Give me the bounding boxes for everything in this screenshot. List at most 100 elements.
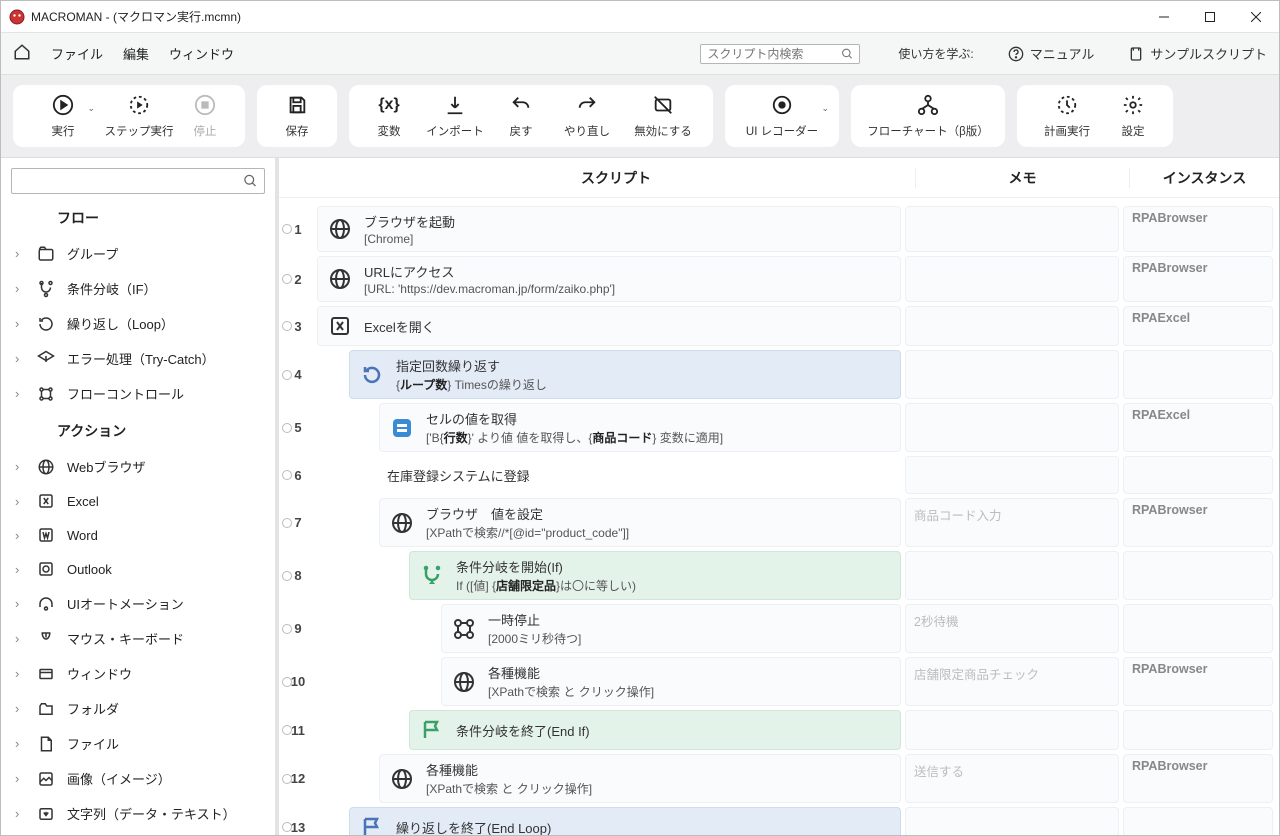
row-body[interactable]: 一時停止[2000ミリ秒待つ] xyxy=(441,604,901,653)
row-memo[interactable] xyxy=(905,710,1119,750)
sidebar-flow-item[interactable]: ›条件分岐（IF） xyxy=(1,271,275,306)
row-memo[interactable] xyxy=(905,456,1119,494)
breakpoint-icon[interactable] xyxy=(282,774,292,784)
sidebar-flow-item[interactable]: ›グループ xyxy=(1,236,275,271)
home-icon[interactable] xyxy=(13,43,31,64)
row-instance[interactable]: RPABrowser xyxy=(1123,256,1273,302)
row-memo[interactable] xyxy=(905,256,1119,302)
sidebar-flow-item[interactable]: ›繰り返し（Loop） xyxy=(1,306,275,341)
row-body[interactable]: 在庫登録システムに登録 xyxy=(379,456,901,494)
settings-button[interactable]: 設定 xyxy=(1105,93,1161,139)
redo-button[interactable]: やり直し xyxy=(549,93,625,139)
ui-recorder-button[interactable]: UI レコーダー ⌄ xyxy=(737,93,827,139)
row-memo[interactable] xyxy=(905,206,1119,252)
run-button[interactable]: 実行 ⌄ xyxy=(25,93,101,139)
close-button[interactable] xyxy=(1233,2,1279,32)
row-instance[interactable] xyxy=(1123,456,1273,494)
row-memo[interactable] xyxy=(905,807,1119,835)
breakpoint-icon[interactable] xyxy=(282,822,292,832)
row-body[interactable]: 条件分岐を終了(End If) xyxy=(409,710,901,750)
script-row[interactable]: 6在庫登録システムに登録 xyxy=(279,454,1279,496)
breakpoint-icon[interactable] xyxy=(282,470,292,480)
row-memo[interactable]: 店舗限定商品チェック xyxy=(905,657,1119,706)
menu-file[interactable]: ファイル xyxy=(51,44,103,63)
sidebar-action-item[interactable]: ›Webブラウザ xyxy=(1,449,275,484)
row-body[interactable]: 指定回数繰り返す{ループ数} Timesの繰り返し xyxy=(349,350,901,399)
sidebar-flow-item[interactable]: ›フローコントロール xyxy=(1,376,275,411)
run-dropdown-icon[interactable]: ⌄ xyxy=(87,103,95,114)
script-row[interactable]: 3Excelを開くRPAExcel xyxy=(279,304,1279,348)
breakpoint-icon[interactable] xyxy=(282,423,292,433)
row-instance[interactable] xyxy=(1123,551,1273,600)
row-instance[interactable]: RPABrowser xyxy=(1123,498,1273,547)
sidebar-action-item[interactable]: ›ファイル xyxy=(1,726,275,761)
row-body[interactable]: 各種機能[XPathで検索 と クリック操作] xyxy=(441,657,901,706)
row-instance[interactable] xyxy=(1123,807,1273,835)
row-instance[interactable]: RPABrowser xyxy=(1123,754,1273,803)
sidebar-action-item[interactable]: ›画像（イメージ） xyxy=(1,761,275,796)
row-instance[interactable] xyxy=(1123,604,1273,653)
row-memo[interactable] xyxy=(905,306,1119,346)
sidebar-action-item[interactable]: ›ウィンドウ xyxy=(1,656,275,691)
row-memo[interactable] xyxy=(905,403,1119,452)
manual-link[interactable]: マニュアル xyxy=(1008,44,1095,63)
script-row[interactable]: 1ブラウザを起動[Chrome]RPABrowser xyxy=(279,204,1279,254)
breakpoint-icon[interactable] xyxy=(282,370,292,380)
stop-button[interactable]: 停止 xyxy=(177,93,233,139)
script-search-box[interactable] xyxy=(700,44,860,64)
row-body[interactable]: 繰り返しを終了(End Loop) xyxy=(349,807,901,835)
script-row[interactable]: 12各種機能[XPathで検索 と クリック操作]送信するRPABrowser xyxy=(279,752,1279,805)
row-instance[interactable] xyxy=(1123,710,1273,750)
import-button[interactable]: インポート xyxy=(417,93,493,139)
script-row[interactable]: 11条件分岐を終了(End If) xyxy=(279,708,1279,752)
sidebar-search[interactable] xyxy=(11,168,265,194)
row-body[interactable]: 条件分岐を開始(If)If ([値] {店舗限定品}は〇に等しい) xyxy=(409,551,901,600)
script-row[interactable]: 4指定回数繰り返す{ループ数} Timesの繰り返し xyxy=(279,348,1279,401)
save-button[interactable]: 保存 xyxy=(269,93,325,139)
row-body[interactable]: ブラウザを起動[Chrome] xyxy=(317,206,901,252)
flowchart-button[interactable]: フローチャート（β版） xyxy=(863,93,993,139)
script-row[interactable]: 8条件分岐を開始(If)If ([値] {店舗限定品}は〇に等しい) xyxy=(279,549,1279,602)
script-row[interactable]: 5セルの値を取得['B{行数}' より値 値を取得し、{商品コード} 変数に適用… xyxy=(279,401,1279,454)
variables-button[interactable]: {x} 変数 xyxy=(361,93,417,139)
plan-button[interactable]: 計画実行 xyxy=(1029,93,1105,139)
menu-edit[interactable]: 編集 xyxy=(123,44,149,63)
sidebar-action-item[interactable]: ›文字列（データ・テキスト） xyxy=(1,796,275,831)
row-body[interactable]: URLにアクセス[URL: 'https://dev.macroman.jp/f… xyxy=(317,256,901,302)
script-row[interactable]: 7ブラウザ 値を設定[XPathで検索//*[@id="product_code… xyxy=(279,496,1279,549)
row-body[interactable]: ブラウザ 値を設定[XPathで検索//*[@id="product_code"… xyxy=(379,498,901,547)
breakpoint-icon[interactable] xyxy=(282,677,292,687)
breakpoint-icon[interactable] xyxy=(282,224,292,234)
row-memo[interactable]: 商品コード入力 xyxy=(905,498,1119,547)
breakpoint-icon[interactable] xyxy=(282,274,292,284)
breakpoint-icon[interactable] xyxy=(282,725,292,735)
sidebar-search-input[interactable] xyxy=(18,174,243,188)
script-row[interactable]: 13繰り返しを終了(End Loop) xyxy=(279,805,1279,835)
sidebar-action-item[interactable]: ›Outlook xyxy=(1,552,275,586)
script-row[interactable]: 9一時停止[2000ミリ秒待つ]2秒待機 xyxy=(279,602,1279,655)
sidebar-action-item[interactable]: ›UIオートメーション xyxy=(1,586,275,621)
row-memo[interactable] xyxy=(905,551,1119,600)
sidebar-action-item[interactable]: ›Word xyxy=(1,518,275,552)
row-memo[interactable]: 送信する xyxy=(905,754,1119,803)
sidebar-action-item[interactable]: ›マウス・キーボード xyxy=(1,621,275,656)
sidebar-action-item[interactable]: ›フォルダ xyxy=(1,691,275,726)
script-row[interactable]: 2URLにアクセス[URL: 'https://dev.macroman.jp/… xyxy=(279,254,1279,304)
row-instance[interactable]: RPAExcel xyxy=(1123,403,1273,452)
minimize-button[interactable] xyxy=(1141,2,1187,32)
menu-window[interactable]: ウィンドウ xyxy=(169,44,234,63)
maximize-button[interactable] xyxy=(1187,2,1233,32)
row-body[interactable]: セルの値を取得['B{行数}' より値 値を取得し、{商品コード} 変数に適用] xyxy=(379,403,901,452)
row-instance[interactable]: RPAExcel xyxy=(1123,306,1273,346)
breakpoint-icon[interactable] xyxy=(282,571,292,581)
breakpoint-icon[interactable] xyxy=(282,624,292,634)
script-row[interactable]: 10各種機能[XPathで検索 と クリック操作]店舗限定商品チェックRPABr… xyxy=(279,655,1279,708)
undo-button[interactable]: 戻す xyxy=(493,93,549,139)
row-instance[interactable] xyxy=(1123,350,1273,399)
script-search-input[interactable] xyxy=(707,47,840,61)
row-body[interactable]: Excelを開く xyxy=(317,306,901,346)
breakpoint-icon[interactable] xyxy=(282,321,292,331)
rec-dropdown-icon[interactable]: ⌄ xyxy=(821,103,829,114)
disable-button[interactable]: 無効にする xyxy=(625,93,701,139)
sidebar-flow-item[interactable]: ›エラー処理（Try-Catch） xyxy=(1,341,275,376)
